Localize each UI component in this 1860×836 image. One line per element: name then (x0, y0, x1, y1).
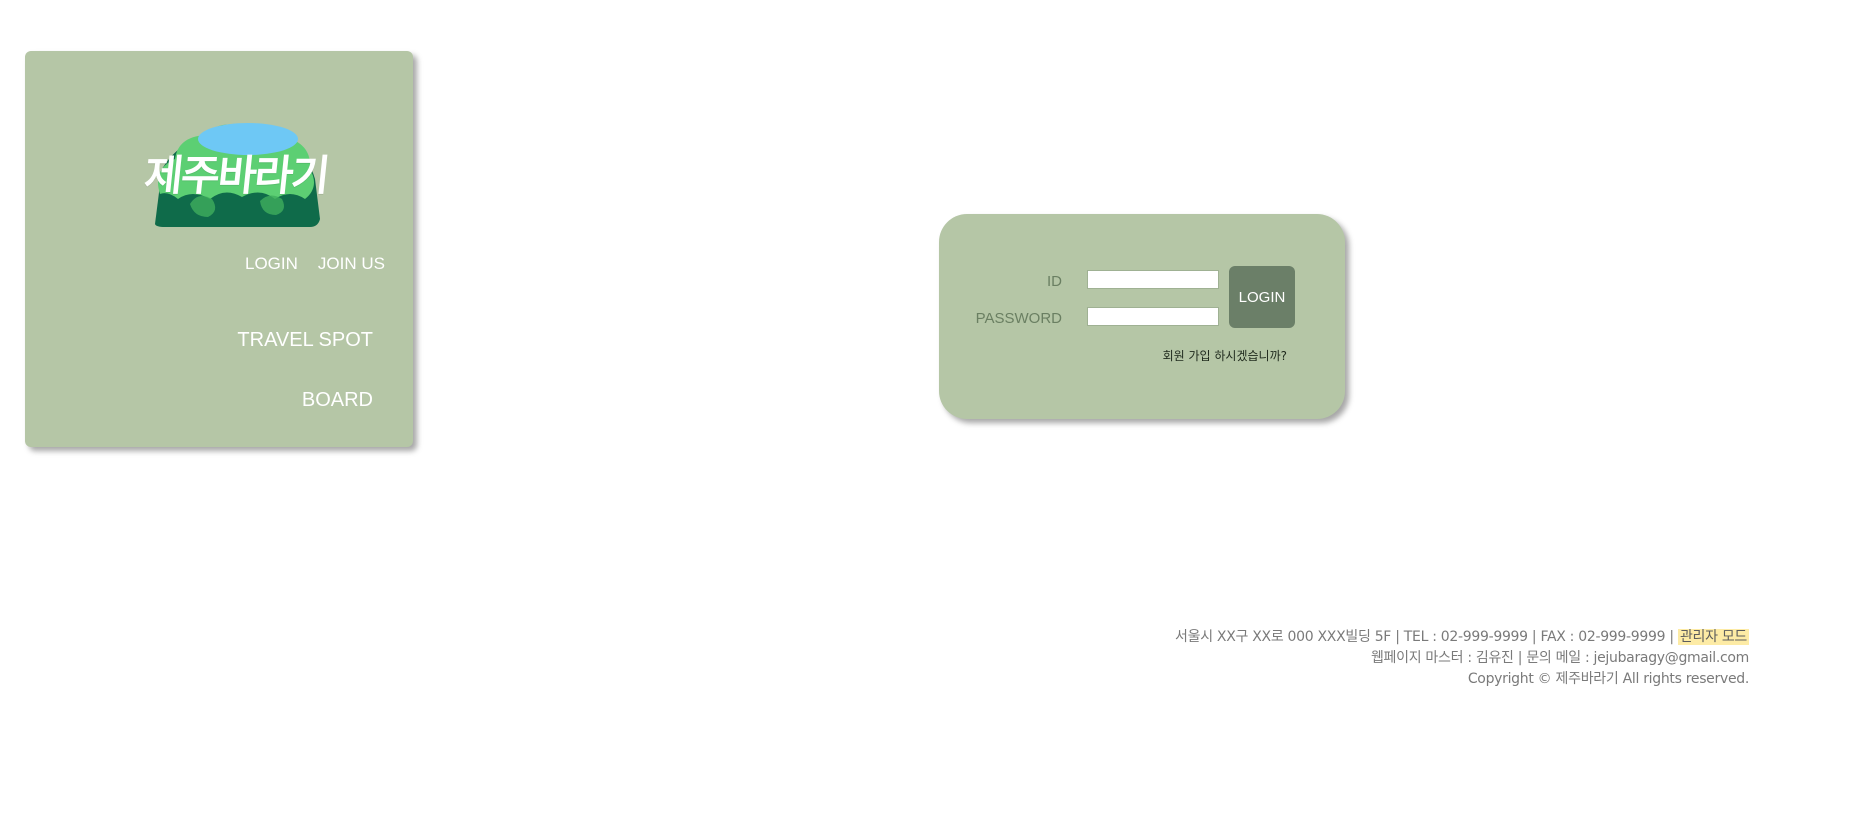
site-logo[interactable]: 제주바라기 (120, 99, 350, 229)
join-us-link[interactable]: JOIN US (318, 254, 385, 274)
page: 제주바라기 LOGIN JOIN US TRAVEL SPOT BOARD ID… (0, 0, 1860, 836)
login-card: ID PASSWORD LOGIN 회원 가입 하시겠습니까? (939, 214, 1345, 419)
footer-copyright: Copyright © 제주바라기 All rights reserved. (1467, 671, 1749, 687)
footer-address: 서울시 XX구 XX로 000 XXX빌딩 5F | TEL : 02-999-… (1175, 629, 1674, 645)
signup-prompt-link[interactable]: 회원 가입 하시겠습니까? (1163, 347, 1287, 364)
logo-text: 제주바라기 (142, 151, 331, 200)
id-input[interactable] (1087, 270, 1219, 289)
login-link[interactable]: LOGIN (245, 254, 298, 274)
footer-address-line: 서울시 XX구 XX로 000 XXX빌딩 5F | TEL : 02-999-… (1175, 627, 1749, 648)
footer-contact: 웹페이지 마스터 : 김유진 | 문의 메일 : jejubaragy@gmai… (1370, 650, 1749, 666)
id-label: ID (1047, 273, 1062, 290)
admin-mode-link[interactable]: 관리자 모드 (1677, 629, 1749, 645)
password-label: PASSWORD (975, 310, 1062, 327)
password-input[interactable] (1087, 307, 1219, 326)
footer: 서울시 XX구 XX로 000 XXX빌딩 5F | TEL : 02-999-… (1175, 627, 1749, 690)
auth-links: LOGIN JOIN US (245, 254, 385, 274)
login-button[interactable]: LOGIN (1229, 266, 1295, 328)
nav-travel-spot[interactable]: TRAVEL SPOT (237, 329, 373, 352)
sidebar-card: 제주바라기 LOGIN JOIN US TRAVEL SPOT BOARD (25, 51, 413, 447)
nav-board[interactable]: BOARD (302, 389, 373, 412)
